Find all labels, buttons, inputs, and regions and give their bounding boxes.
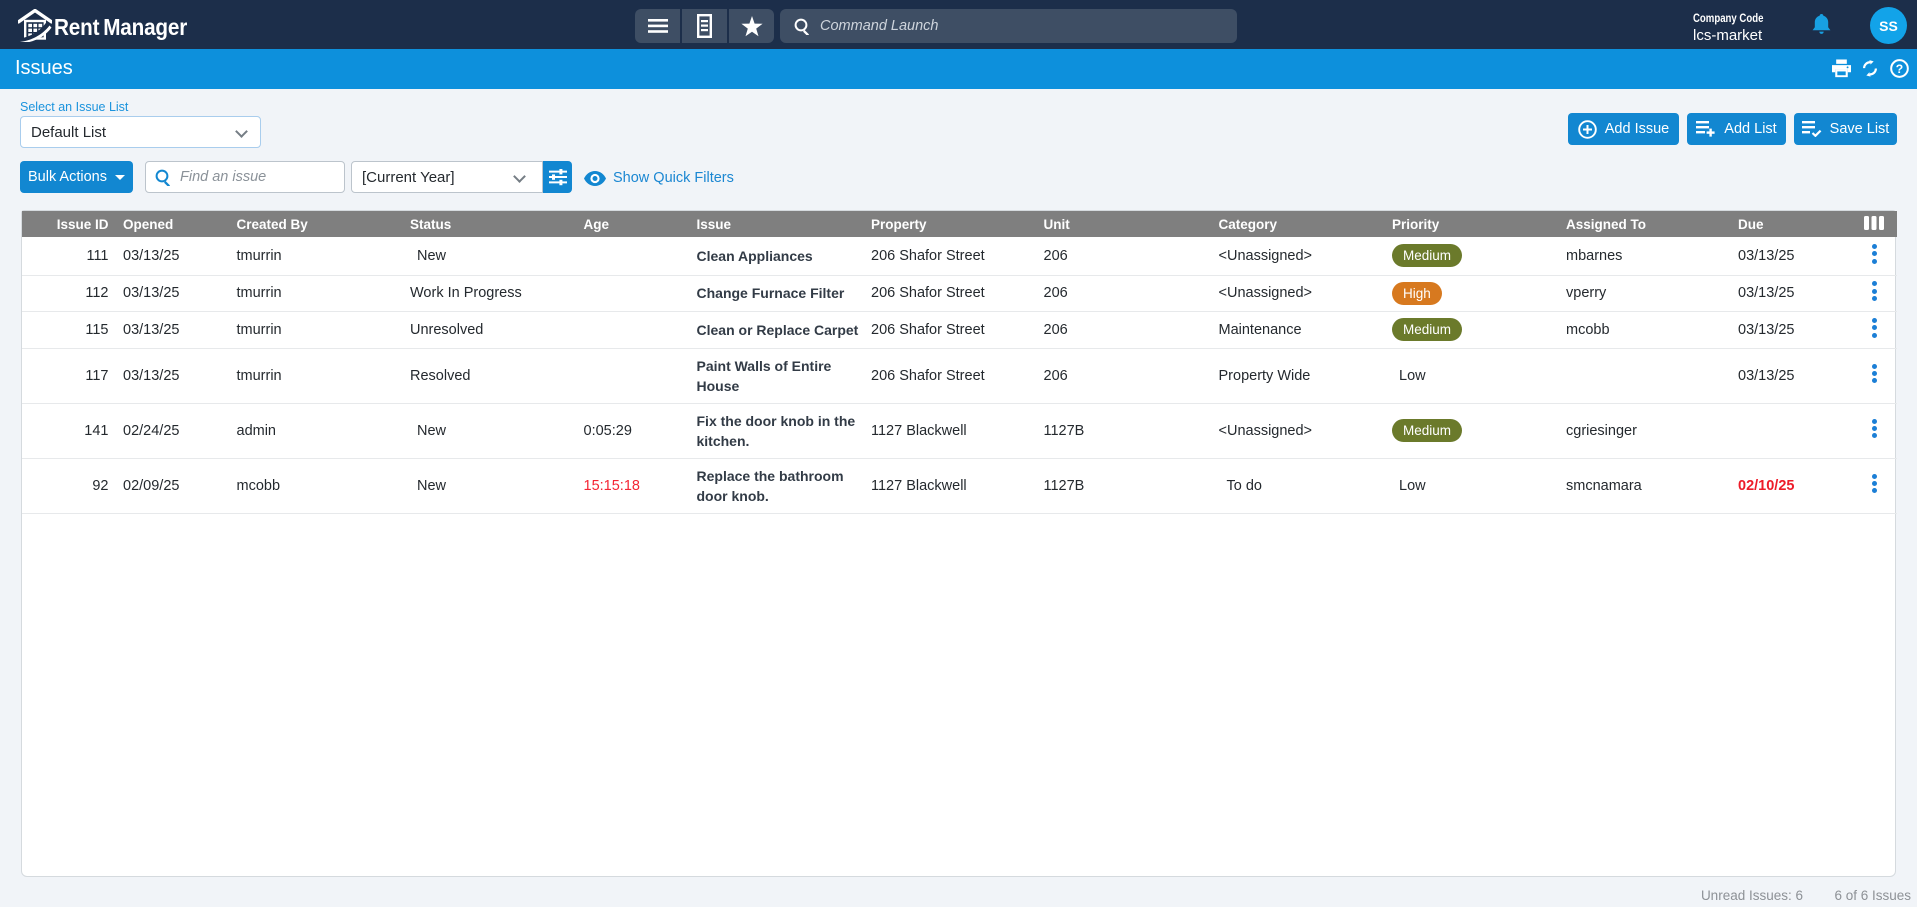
svg-text:?: ?: [1896, 62, 1903, 76]
